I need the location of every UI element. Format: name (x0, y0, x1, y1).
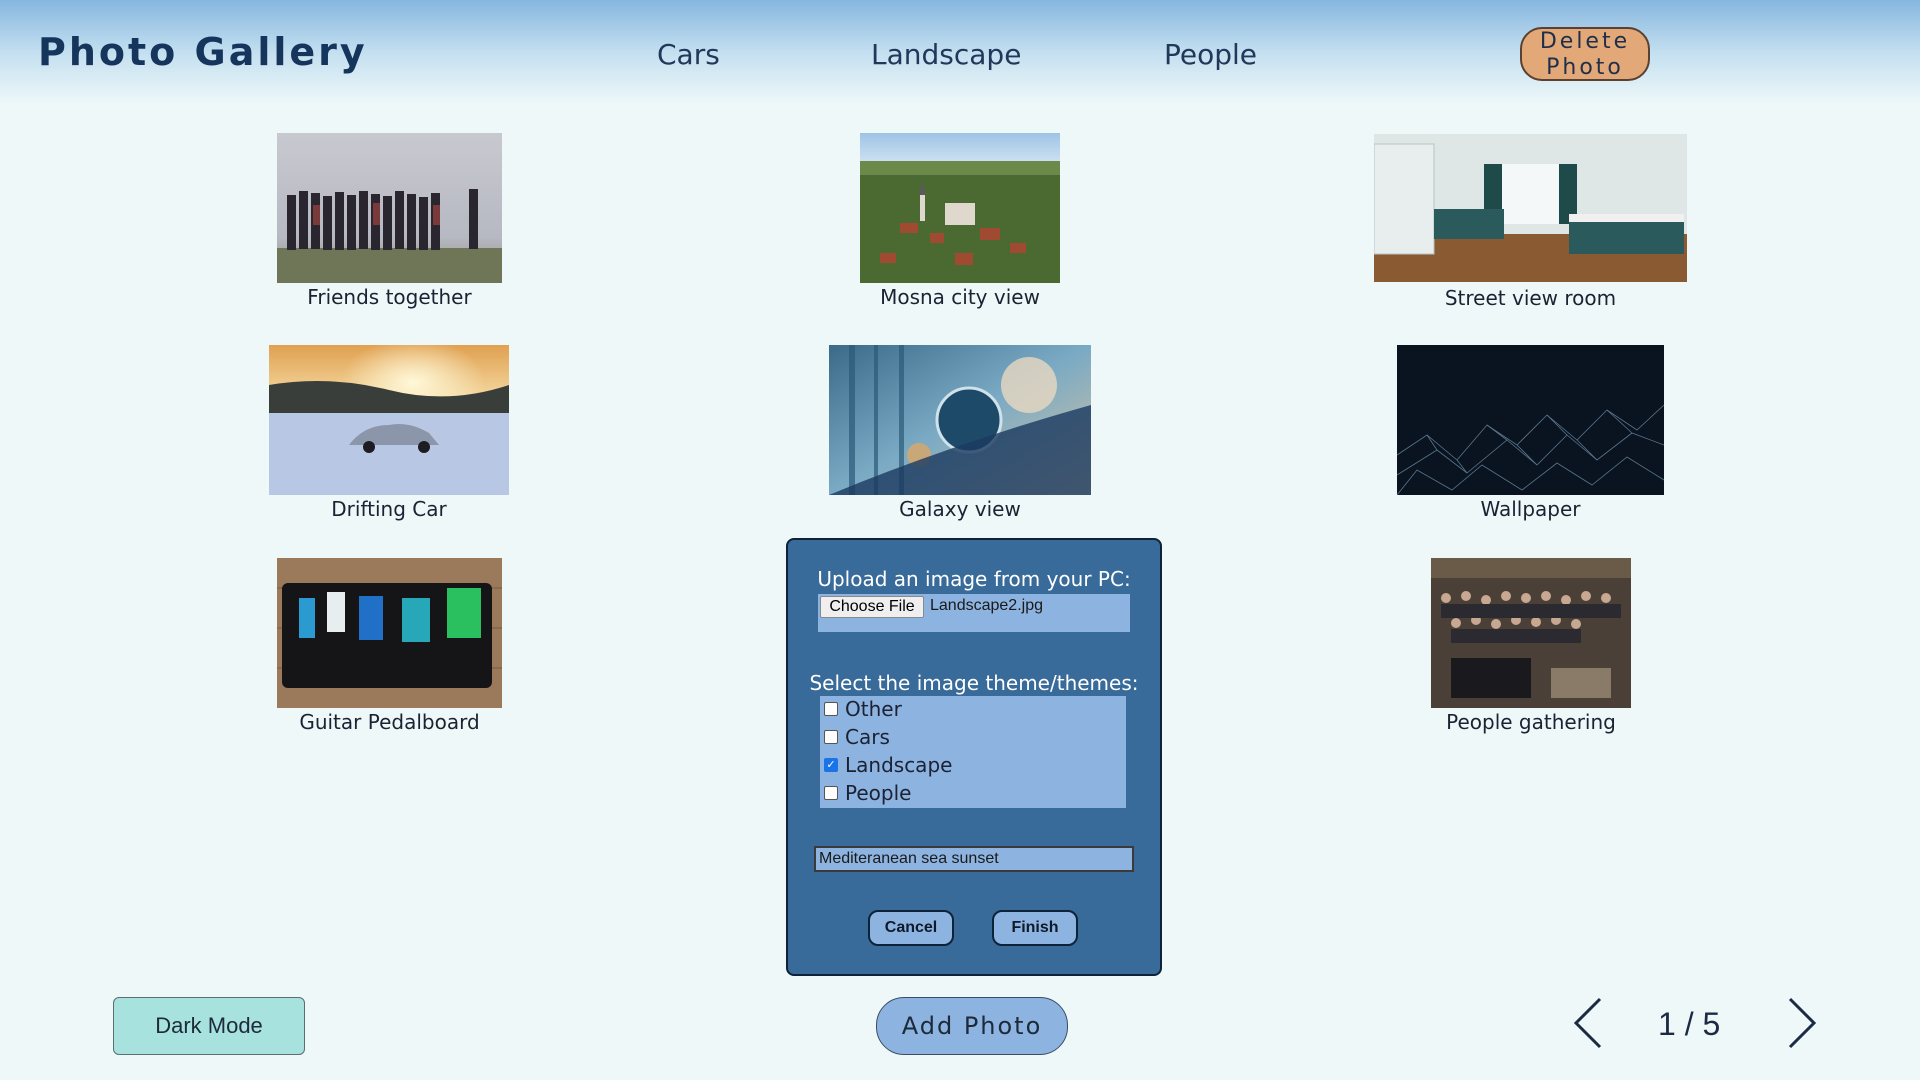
checkbox-checked[interactable]: ✓ (824, 758, 838, 772)
theme-option-cars[interactable]: Cars (824, 724, 890, 750)
photo-caption: Mosna city view (880, 285, 1040, 309)
theme-option-label: Landscape (845, 753, 953, 777)
theme-option-label: People (845, 781, 912, 805)
finish-button[interactable]: Finish (992, 910, 1078, 946)
photo-card[interactable]: Galaxy view (829, 345, 1091, 521)
car-on-snow-photo[interactable] (269, 345, 509, 495)
nav-cars[interactable]: Cars (657, 38, 720, 71)
description-input[interactable] (814, 846, 1134, 872)
photo-card[interactable]: Wallpaper (1397, 345, 1664, 521)
file-picker[interactable]: Choose File Landscape2.jpg (818, 594, 1130, 632)
theme-option-label: Cars (845, 725, 890, 749)
photo-card[interactable]: Street view room (1374, 134, 1687, 310)
delete-label-line1: Delete (1539, 29, 1631, 54)
photo-card[interactable]: Mosna city view (860, 133, 1060, 309)
chevron-left-icon[interactable] (1570, 995, 1610, 1051)
photo-card[interactable]: Guitar Pedalboard (277, 558, 502, 734)
delete-label-line2: Photo (1546, 55, 1624, 80)
photo-caption: Street view room (1444, 286, 1617, 310)
nav-landscape[interactable]: Landscape (871, 38, 1021, 71)
photo-card[interactable]: Drifting Car (269, 345, 509, 521)
photo-caption: Galaxy view (899, 497, 1021, 521)
photo-caption: Wallpaper (1480, 497, 1581, 521)
pedalboard-photo[interactable] (277, 558, 502, 708)
dark-mode-button[interactable]: Dark Mode (113, 997, 305, 1055)
app-title: Photo Gallery (38, 30, 368, 74)
photo-caption: Friends together (307, 285, 472, 309)
add-photo-button[interactable]: Add Photo (876, 997, 1068, 1055)
photo-caption: People gathering (1446, 710, 1616, 734)
selected-file-name: Landscape2.jpg (930, 597, 1043, 614)
upload-label: Upload an image from your PC: (817, 567, 1131, 591)
upload-dialog: Upload an image from your PC: Choose Fil… (786, 538, 1162, 976)
theme-list: Other Cars ✓ Landscape People (820, 696, 1126, 808)
photo-card[interactable]: People gathering (1431, 558, 1631, 734)
theme-option-label: Other (845, 697, 902, 721)
group-of-friends-photo[interactable] (277, 133, 502, 283)
photo-caption: Drifting Car (331, 497, 447, 521)
aerial-town-photo[interactable] (860, 133, 1060, 283)
page-indicator: 1 / 5 (1658, 1006, 1721, 1042)
theme-option-people[interactable]: People (824, 780, 911, 806)
cancel-button[interactable]: Cancel (868, 910, 954, 946)
theme-option-other[interactable]: Other (824, 696, 902, 722)
nav-people[interactable]: People (1164, 38, 1257, 71)
network-wallpaper-photo[interactable] (1397, 345, 1664, 495)
checkbox[interactable] (824, 702, 838, 716)
crowd-photo[interactable] (1431, 558, 1631, 708)
photo-card[interactable]: Friends together (277, 133, 502, 309)
theme-option-landscape[interactable]: ✓ Landscape (824, 752, 952, 778)
choose-file-button[interactable]: Choose File (820, 596, 924, 618)
checkbox[interactable] (824, 730, 838, 744)
delete-photo-button[interactable]: Delete Photo (1520, 27, 1650, 81)
checkbox[interactable] (824, 786, 838, 800)
header-bar: Photo Gallery Cars Landscape People Dele… (0, 0, 1920, 104)
theme-label: Select the image theme/themes: (809, 671, 1139, 695)
photo-caption: Guitar Pedalboard (299, 710, 480, 734)
chevron-right-icon[interactable] (1780, 995, 1820, 1051)
abstract-galaxy-photo[interactable] (829, 345, 1091, 495)
bedroom-photo[interactable] (1374, 134, 1687, 282)
